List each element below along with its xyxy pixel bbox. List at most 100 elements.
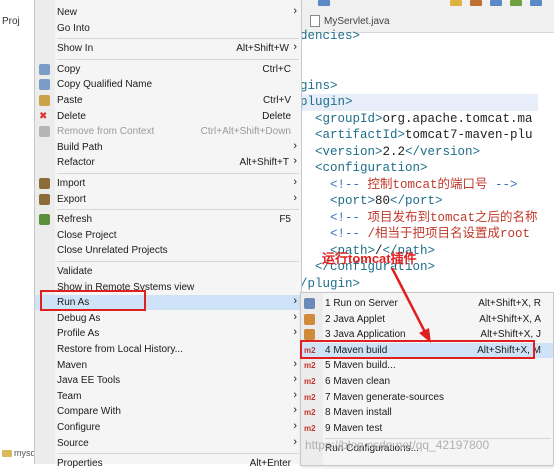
run-as-highlight-box <box>40 290 146 311</box>
menu-item-delete[interactable]: ✖ Delete Delete <box>35 109 301 124</box>
code-line: <port>80</port> <box>300 193 538 210</box>
menu-item-close-project[interactable]: Close Project <box>35 228 301 243</box>
menu-item-export[interactable]: Export › <box>35 192 301 207</box>
code-token: plugin> <box>300 95 353 109</box>
chevron-right-icon: › <box>293 357 297 370</box>
code-line: <!-- /相当于把项目名设置成root <box>300 226 538 243</box>
java-app-icon <box>304 329 315 341</box>
menu-item-label: Maven <box>57 359 88 371</box>
code-token: 项目发布到tomcat之后的名称 <box>367 210 538 225</box>
context-menu: New › Go Into Show In Alt+Shift+W › Copy Ctrl+C… <box>34 0 302 469</box>
toolbar-icon[interactable] <box>490 0 502 6</box>
code-line: <configuration> <box>300 160 538 177</box>
chevron-right-icon: › <box>293 373 297 386</box>
menu-item-show-in[interactable]: Show In Alt+Shift+W › <box>35 41 301 56</box>
menu-item-label: Debug As <box>57 312 101 324</box>
code-line: <!-- 控制tomcat的端口号 --> <box>300 177 538 194</box>
chevron-right-icon: › <box>293 191 297 204</box>
code-line: <artifactId>tomcat7-maven-plu <box>300 127 538 144</box>
delete-icon: ✖ <box>39 110 48 122</box>
code-token: <artifactId> <box>300 128 406 142</box>
menu-item-compare-with[interactable]: Compare With › <box>35 404 301 419</box>
submenu-item-label: 9 Maven test <box>325 422 383 434</box>
toolbar-icon[interactable] <box>450 0 462 6</box>
submenu-item-label: 2 Java Applet <box>325 313 386 325</box>
maven-icon: m2 <box>304 377 316 386</box>
code-token: 2.2 <box>382 144 406 159</box>
menu-item-java-ee-tools[interactable]: Java EE Tools › <box>35 373 301 388</box>
toolbar-icon[interactable] <box>530 0 542 6</box>
menu-item-new[interactable]: New › <box>35 5 301 20</box>
maven-icon: m2 <box>304 408 316 418</box>
maven-build-highlight-box <box>300 340 535 359</box>
menu-item-maven[interactable]: Maven › <box>35 358 301 373</box>
menu-item-label: Go Into <box>57 22 90 34</box>
menu-item-remove-from-context: Remove from Context Ctrl+Alt+Shift+Down <box>35 124 301 139</box>
code-token: tomcat7-maven-plu <box>405 128 533 142</box>
toolbar-icon[interactable] <box>510 0 522 6</box>
menu-item-label: Copy <box>57 63 81 75</box>
code-token: gins> <box>300 78 338 93</box>
menu-item-refresh[interactable]: Refresh F5 <box>35 212 301 227</box>
menu-separator <box>57 173 299 174</box>
menu-item-shortcut: Delete <box>262 110 291 122</box>
menu-item-refactor[interactable]: Refactor Alt+Shift+T › <box>35 155 301 170</box>
submenu-item-1-run-on-server[interactable]: 1 Run on Server Alt+Shift+X, R <box>301 296 553 312</box>
toolbar-icon[interactable] <box>470 0 482 6</box>
submenu-item-8-maven-install[interactable]: m2 8 Maven install <box>301 405 553 421</box>
menu-item-go-into[interactable]: Go Into <box>35 21 301 36</box>
maven-icon: m2 <box>304 423 316 433</box>
menu-item-team[interactable]: Team › <box>35 389 301 404</box>
tree-item[interactable]: mysql <box>2 448 38 458</box>
menu-item-build-path[interactable]: Build Path › <box>35 140 301 155</box>
submenu-item-5-maven-build[interactable]: m2 5 Maven build... <box>301 358 553 374</box>
code-line: gins> <box>300 78 538 95</box>
copy-icon <box>39 79 50 91</box>
menu-item-debug-as[interactable]: Debug As › <box>35 311 301 326</box>
remove-context-icon <box>39 126 50 138</box>
menu-item-shortcut: Ctrl+Alt+Shift+Down <box>200 126 291 138</box>
chevron-right-icon: › <box>293 435 297 448</box>
code-token: <version> <box>300 144 383 159</box>
submenu-item-label: 7 Maven generate-sources <box>325 391 444 403</box>
menu-item-copy[interactable]: Copy Ctrl+C <box>35 62 301 77</box>
menu-item-close-unrelated-projects[interactable]: Close Unrelated Projects <box>35 243 301 258</box>
menu-item-label: Remove from Context <box>57 126 155 138</box>
code-token: <configuration> <box>300 161 428 175</box>
menu-item-restore-from-local-history[interactable]: Restore from Local History... <box>35 342 301 357</box>
menu-item-label: Source <box>57 437 89 449</box>
menu-item-shortcut: F5 <box>279 214 291 226</box>
java-applet-icon <box>304 313 315 325</box>
menu-item-import[interactable]: Import › <box>35 176 301 191</box>
menu-item-source[interactable]: Source › <box>35 436 301 451</box>
submenu-item-label: 6 Maven clean <box>325 376 391 387</box>
code-line: /plugin> <box>300 276 538 293</box>
menu-item-validate[interactable]: Validate <box>35 264 301 279</box>
menu-item-copy-qualified-name[interactable]: Copy Qualified Name <box>35 77 301 92</box>
menu-item-profile-as[interactable]: Profile As › <box>35 326 301 341</box>
submenu-item-9-maven-test[interactable]: m2 9 Maven test <box>301 421 553 437</box>
menu-item-label: Paste <box>57 95 83 106</box>
menu-item-label: Compare With <box>57 406 121 418</box>
menu-item-paste[interactable]: Paste Ctrl+V <box>35 93 301 108</box>
menu-item-label: New <box>57 7 78 18</box>
code-token: --> <box>487 177 518 192</box>
refresh-icon <box>39 214 50 226</box>
submenu-item-2-java-applet[interactable]: 2 Java Applet Alt+Shift+X, A <box>301 312 553 328</box>
code-token: dencies> <box>300 29 361 43</box>
submenu-item-7-maven-generate-sources[interactable]: m2 7 Maven generate-sources <box>301 390 553 406</box>
menu-item-label: Import <box>57 178 86 189</box>
toolbar-icon[interactable] <box>318 0 330 6</box>
code-line: dencies> <box>300 28 538 45</box>
code-line: plugin> <box>300 94 538 111</box>
code-token: </port> <box>390 194 443 208</box>
submenu-item-6-maven-clean[interactable]: m2 6 Maven clean <box>301 374 553 390</box>
submenu-item-shortcut: Alt+Shift+X, R <box>478 298 541 309</box>
menu-item-shortcut: Alt+Shift+T <box>239 157 289 169</box>
menu-item-shortcut: Ctrl+V <box>262 95 291 106</box>
menu-item-label: Show In <box>57 43 94 55</box>
menu-item-configure[interactable]: Configure › <box>35 420 301 435</box>
menu-item-label: Copy Qualified Name <box>57 79 153 91</box>
menu-item-label: Build Path <box>57 141 103 153</box>
chevron-right-icon: › <box>293 388 297 401</box>
